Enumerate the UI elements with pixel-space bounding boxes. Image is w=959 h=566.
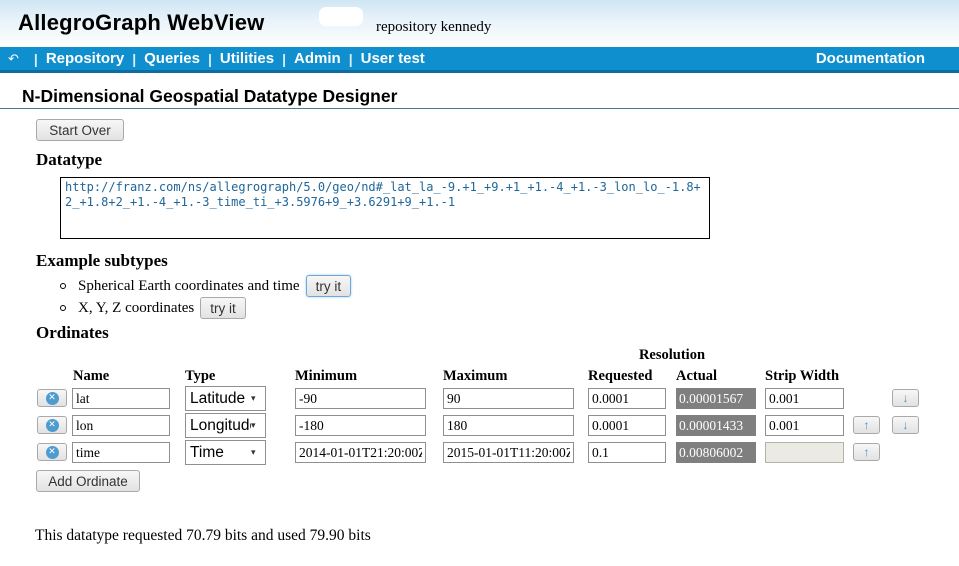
add-ordinate-button[interactable]: Add Ordinate	[36, 470, 140, 492]
ordinate-maximum-input[interactable]	[443, 442, 574, 463]
ordinate-minimum-input[interactable]	[295, 415, 426, 436]
ordinate-type-select[interactable]: Time ▾	[185, 440, 266, 465]
ordinate-row: ✕ Latitude ▾ 0.00001567 ↑ ↓	[36, 386, 959, 413]
start-over-button[interactable]: Start Over	[36, 119, 124, 141]
examples-heading: Example subtypes	[36, 251, 168, 271]
ordinate-maximum-input[interactable]	[443, 388, 574, 409]
delete-icon: ✕	[46, 446, 59, 459]
resolution-requested-input[interactable]	[588, 388, 666, 409]
column-header-maximum: Maximum	[443, 368, 507, 385]
header-highlight	[319, 7, 363, 26]
ordinate-maximum-input[interactable]	[443, 415, 574, 436]
list-bullet-icon	[60, 305, 66, 311]
resolution-actual-value: 0.00001433	[676, 415, 756, 436]
nav-separator: |	[200, 51, 220, 67]
nav-item-admin[interactable]: Admin	[294, 50, 341, 67]
resolution-requested-input[interactable]	[588, 442, 666, 463]
ordinate-type-value: Time	[186, 444, 251, 462]
example-subtype-item: Spherical Earth coordinates and time try…	[60, 275, 351, 297]
column-header-name: Name	[73, 368, 109, 385]
strip-width-input[interactable]	[765, 442, 844, 463]
try-it-button-spherical[interactable]: try it	[306, 275, 352, 297]
app-title: AllegroGraph WebView	[18, 10, 264, 36]
ordinate-name-input[interactable]	[72, 388, 170, 409]
ordinate-minimum-input[interactable]	[295, 388, 426, 409]
move-up-button[interactable]: ↑	[853, 416, 880, 434]
nav-item-user-test[interactable]: User test	[361, 50, 425, 67]
datatype-textarea[interactable]: http://franz.com/ns/allegrograph/5.0/geo…	[60, 177, 710, 239]
bits-summary-text: This datatype requested 70.79 bits and u…	[35, 527, 371, 545]
example-subtype-item: X, Y, Z coordinates try it	[60, 297, 246, 319]
delete-icon: ✕	[46, 419, 59, 432]
nav-item-repository[interactable]: Repository	[46, 50, 124, 67]
chevron-down-icon: ▾	[251, 420, 265, 431]
resolution-actual-value: 0.00806002	[676, 442, 756, 463]
ordinate-row: ✕ Time ▾ 0.00806002 ↑ ↓	[36, 440, 959, 467]
column-header-type: Type	[185, 368, 215, 385]
nav-item-utilities[interactable]: Utilities	[220, 50, 274, 67]
repository-label: repository kennedy	[376, 19, 491, 36]
ordinate-type-select[interactable]: Longitude ▾	[185, 413, 266, 438]
nav-item-queries[interactable]: Queries	[144, 50, 200, 67]
delete-ordinate-button[interactable]: ✕	[37, 443, 67, 461]
nav-bar: ↶ | Repository | Queries | Utilities | A…	[0, 47, 959, 73]
ordinates-table: ✕ Latitude ▾ 0.00001567 ↑ ↓ ✕ Longitude …	[36, 386, 959, 467]
column-header-actual: Actual	[676, 368, 717, 385]
ordinate-type-value: Latitude	[186, 390, 251, 408]
back-icon[interactable]: ↶	[0, 51, 26, 67]
delete-ordinate-button[interactable]: ✕	[37, 416, 67, 434]
delete-icon: ✕	[46, 392, 59, 405]
nav-separator: |	[124, 51, 144, 67]
ordinate-minimum-input[interactable]	[295, 442, 426, 463]
header-banner: AllegroGraph WebView repository kennedy	[0, 0, 959, 47]
nav-item-documentation[interactable]: Documentation	[816, 50, 925, 67]
resolution-requested-input[interactable]	[588, 415, 666, 436]
column-header-requested: Requested	[588, 368, 652, 385]
page-title: N-Dimensional Geospatial Datatype Design…	[22, 86, 397, 107]
webview-page: AllegroGraph WebView repository kennedy …	[0, 0, 959, 566]
chevron-down-icon: ▾	[251, 447, 265, 458]
column-header-resolution: Resolution	[588, 347, 756, 364]
datatype-heading: Datatype	[36, 150, 102, 170]
chevron-down-icon: ▾	[251, 393, 265, 404]
example-subtype-label: Spherical Earth coordinates and time	[78, 278, 300, 295]
try-it-button-xyz[interactable]: try it	[200, 297, 246, 319]
column-header-minimum: Minimum	[295, 368, 357, 385]
ordinate-row: ✕ Longitude ▾ 0.00001433 ↑ ↓	[36, 413, 959, 440]
title-divider	[0, 108, 959, 109]
strip-width-input[interactable]	[765, 388, 844, 409]
column-header-strip-width: Strip Width	[765, 368, 839, 385]
ordinate-name-input[interactable]	[72, 442, 170, 463]
ordinates-heading: Ordinates	[36, 323, 109, 343]
ordinate-name-input[interactable]	[72, 415, 170, 436]
move-down-button[interactable]: ↓	[892, 416, 919, 434]
example-subtype-label: X, Y, Z coordinates	[78, 300, 194, 317]
nav-separator: |	[26, 51, 46, 67]
move-down-button[interactable]: ↓	[892, 389, 919, 407]
strip-width-input[interactable]	[765, 415, 844, 436]
ordinate-type-select[interactable]: Latitude ▾	[185, 386, 266, 411]
ordinate-type-value: Longitude	[186, 417, 251, 435]
move-up-button[interactable]: ↑	[853, 443, 880, 461]
delete-ordinate-button[interactable]: ✕	[37, 389, 67, 407]
resolution-actual-value: 0.00001567	[676, 388, 756, 409]
list-bullet-icon	[60, 283, 66, 289]
nav-separator: |	[341, 51, 361, 67]
nav-separator: |	[274, 51, 294, 67]
